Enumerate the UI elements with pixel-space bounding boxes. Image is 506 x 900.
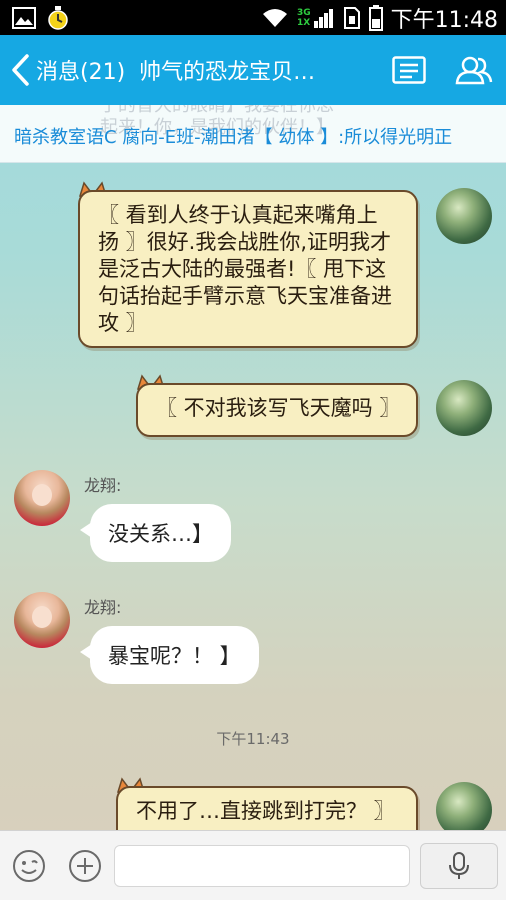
back-button[interactable] bbox=[10, 52, 34, 88]
back-label[interactable]: 消息(21) bbox=[36, 54, 125, 86]
status-bar: 3G 1X 下午11:48 bbox=[0, 0, 506, 35]
message-input[interactable] bbox=[114, 845, 410, 887]
my-avatar[interactable] bbox=[436, 380, 492, 436]
status-time: 下午11:48 bbox=[390, 7, 498, 33]
signal-icon bbox=[313, 8, 333, 28]
network-indicator: 3G 1X bbox=[297, 7, 335, 29]
sender-name: 龙翔: bbox=[84, 598, 122, 617]
message-bubble[interactable]: 暴宝呢？！ 】 bbox=[80, 626, 259, 684]
message-text: 没关系…】 bbox=[108, 522, 213, 546]
message-text: 不用了…直接跳到打完？ 〗 bbox=[136, 799, 395, 823]
plus-icon[interactable] bbox=[68, 849, 102, 883]
message-bubble[interactable]: 没关系…】 bbox=[80, 504, 231, 562]
sender-avatar[interactable] bbox=[14, 470, 70, 526]
input-bar bbox=[0, 830, 506, 900]
members-icon[interactable] bbox=[454, 55, 494, 85]
sender-name: 龙翔: bbox=[84, 476, 122, 495]
title-bar: 消息(21) 帅气的恐龙宝贝… bbox=[0, 35, 506, 105]
emoji-icon[interactable] bbox=[12, 849, 46, 883]
voice-button[interactable] bbox=[420, 843, 498, 889]
battery-icon bbox=[368, 4, 383, 31]
timer-icon bbox=[48, 5, 68, 30]
menu-icon[interactable] bbox=[392, 56, 426, 84]
message-text: 〖 看到人终于认真起来嘴角上扬 〗很好.我会战胜你,证明我才是泛古大陆的最强者!… bbox=[98, 203, 392, 335]
message-bubble[interactable]: 〖 不对我该写飞天魔吗 〗 bbox=[136, 383, 418, 437]
timestamp: 下午11:43 bbox=[216, 730, 290, 748]
mic-icon bbox=[449, 852, 469, 879]
chat-title: 帅气的恐龙宝贝… bbox=[139, 60, 316, 85]
message-text: 暴宝呢？！ 】 bbox=[108, 644, 241, 668]
message-text: 〖 不对我该写飞天魔吗 〗 bbox=[156, 396, 401, 420]
message-bubble[interactable]: 〖 看到人终于认真起来嘴角上扬 〗很好.我会战胜你,证明我才是泛古大陆的最强者!… bbox=[78, 190, 418, 348]
my-avatar[interactable] bbox=[436, 188, 492, 244]
pinned-text: 暗杀教室语C 腐向-E班-潮田渚【 幼体 】:所以得光明正 bbox=[14, 127, 453, 148]
pinned-message-banner[interactable]: 了的音大的眼睛】我要在你思 起来！你，是我们的伙伴！】 暗杀教室语C 腐向-E班… bbox=[0, 105, 506, 163]
sim-icon bbox=[343, 6, 360, 29]
chevron-left-icon bbox=[12, 54, 29, 86]
network-1x-label: 1X bbox=[296, 17, 311, 28]
wifi-icon bbox=[262, 8, 287, 27]
gallery-icon bbox=[12, 6, 36, 29]
sender-avatar[interactable] bbox=[14, 592, 70, 648]
network-3g-label: 3G bbox=[296, 7, 311, 18]
